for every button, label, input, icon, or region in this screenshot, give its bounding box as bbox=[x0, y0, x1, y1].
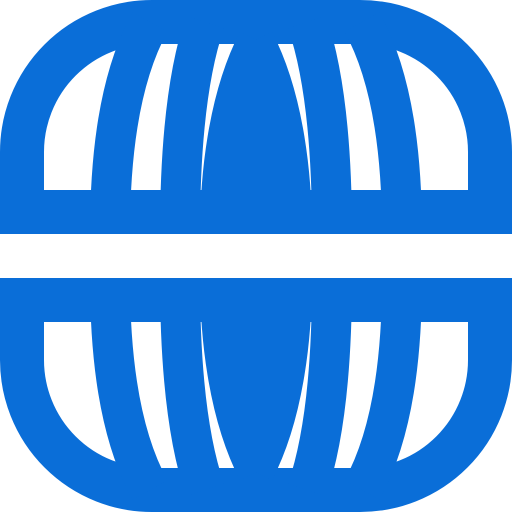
globe-grid-icon bbox=[0, 0, 512, 512]
center-pillar-bottom bbox=[234, 278, 278, 472]
center-pillar-top bbox=[234, 40, 278, 234]
app-icon-canvas bbox=[0, 0, 512, 512]
